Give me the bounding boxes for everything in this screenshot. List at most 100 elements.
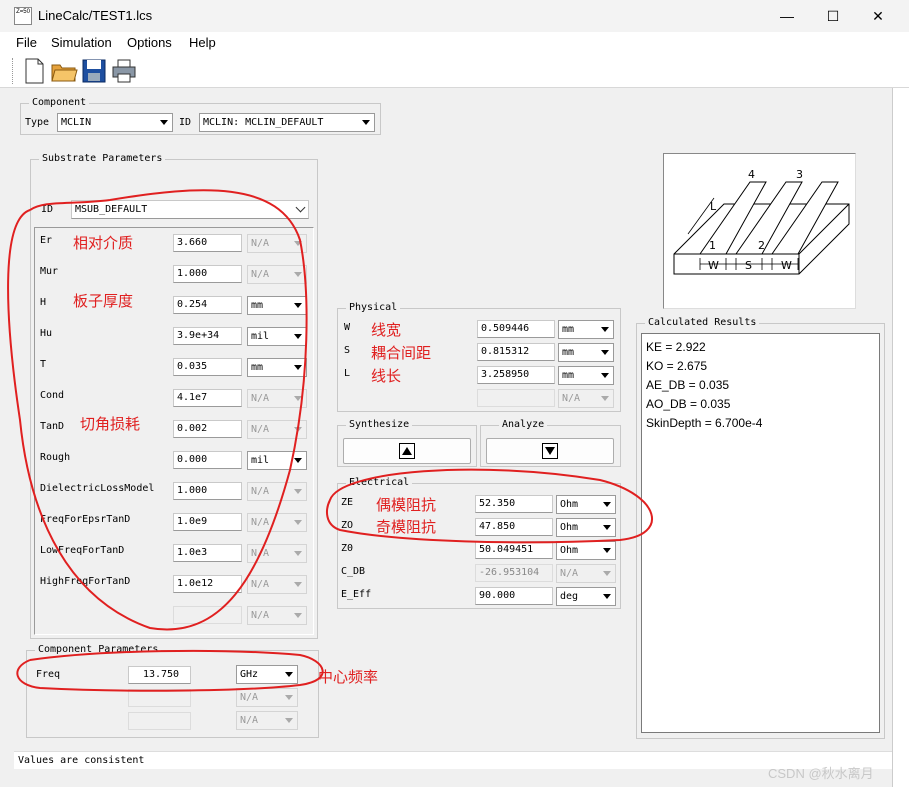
electrical-input-z0[interactable]: 50.049451 [475,541,553,559]
electrical-unit-select-c_db: N/A [556,564,616,583]
synthesize-button[interactable] [343,438,471,464]
id-label: ID [179,117,192,128]
open-folder-icon[interactable] [50,57,78,85]
param-label-dielectriclossmodel: DielectricLossModel [40,483,155,494]
physical-input-w[interactable]: 0.509446 [477,320,555,338]
chevron-down-icon [160,120,168,125]
electrical-label-e_eff: E_Eff [341,589,372,600]
arrow-up-icon [399,443,415,459]
maximize-button[interactable]: ☐ [818,6,848,26]
dim-s-label: S [745,259,752,272]
annotation-er: 相对介质 [73,234,134,252]
electrical-unit-select-e_eff[interactable]: deg [556,587,616,606]
param-unit-select-rough[interactable]: mil [247,451,307,470]
substrate-id-select[interactable]: MSUB_DEFAULT [71,200,309,219]
analyze-button[interactable] [486,438,614,464]
chevron-down-icon [362,120,370,125]
electrical-label-zo: ZO [341,520,354,531]
param-label-freqforepsrtand: FreqForEpsrTanD [40,514,131,525]
param-label-hu: Hu [40,328,53,339]
param-input-h[interactable]: 0.254 [173,296,242,314]
close-button[interactable]: ✕ [863,6,893,26]
save-icon[interactable] [80,57,108,85]
param-input-er[interactable]: 3.660 [173,234,242,252]
strip-lines [699,181,839,255]
chevron-down-icon [294,396,302,401]
electrical-unit-select-zo[interactable]: Ohm [556,518,616,537]
freq-unit-select[interactable]: GHz [236,665,298,684]
chevron-down-icon [601,327,609,332]
param-input-blank [173,606,242,624]
component-group-label: Component [29,97,90,109]
param-input-freqforepsrtand[interactable]: 1.0e9 [173,513,242,531]
electrical-input-zo[interactable]: 47.850 [475,518,553,536]
param-unit-select-t[interactable]: mm [247,358,307,377]
physical-unit-select-s-value: mm [562,347,575,358]
chevron-down-icon [294,427,302,432]
electrical-input-ze[interactable]: 52.350 [475,495,553,513]
annotation-tand: 切角损耗 [80,415,141,433]
param-input-tand[interactable]: 0.002 [173,420,242,438]
physical-input-s[interactable]: 0.815312 [477,343,555,361]
menu-file[interactable]: File [16,35,37,50]
result-skin-depth: SkinDepth = 6.700e-4 [646,416,763,430]
param-unit-select-h[interactable]: mm [247,296,307,315]
param-input-mur[interactable]: 1.000 [173,265,242,283]
param-label-highfreqfortand: HighFreqForTanD [40,576,131,587]
chevron-down-icon [601,396,609,401]
menu-options[interactable]: Options [127,35,172,50]
param-input-t[interactable]: 0.035 [173,358,242,376]
triangle-down-shape [545,447,555,455]
component-id-select[interactable]: MCLIN: MCLIN_DEFAULT [199,113,375,132]
physical-unit-select-l[interactable]: mm [558,366,614,385]
physical-unit-select-blank-value: N/A [562,393,581,404]
result-ae-db: AE_DB = 0.035 [646,378,730,392]
param-label-tand: TanD [40,421,65,432]
freq-input[interactable]: 13.750 [128,666,191,684]
type-select[interactable]: MCLIN [57,113,173,132]
annotation-ze: 偶模阻抗 [376,496,437,514]
annotation-s: 耦合间距 [371,344,432,362]
electrical-unit-select-z0[interactable]: Ohm [556,541,616,560]
param-unit-select-hu[interactable]: mil [247,327,307,346]
chevron-down-icon [294,458,302,463]
electrical-input-e_eff[interactable]: 90.000 [475,587,553,605]
electrical-label-ze: ZE [341,497,354,508]
param-input-rough[interactable]: 0.000 [173,451,242,469]
minimize-button[interactable]: — [772,6,802,26]
arrow-down-icon [542,443,558,459]
param-input-lowfreqfortand[interactable]: 1.0e3 [173,544,242,562]
results-group-label: Calculated Results [645,317,760,329]
diagram-label-l: L [710,200,717,213]
chevron-down-icon [294,241,302,246]
param-input-highfreqfortand[interactable]: 1.0e12 [173,575,242,593]
new-file-icon[interactable] [20,57,48,85]
chevron-down-icon [603,571,611,576]
menu-simulation[interactable]: Simulation [51,35,112,50]
print-icon[interactable] [110,57,138,85]
chevron-down-icon [601,373,609,378]
physical-unit-select-s[interactable]: mm [558,343,614,362]
param-unit-select-lowfreqfortand: N/A [247,544,307,563]
electrical-group-label: Electrical [346,477,413,489]
param-unit-select-blank-value: N/A [251,610,270,621]
port-2-label: 2 [758,239,765,252]
watermark: CSDN @秋水离月 [768,766,874,781]
freq-unit-value: GHz [240,669,259,680]
menu-help[interactable]: Help [189,35,216,50]
param-input-dielectriclossmodel[interactable]: 1.000 [173,482,242,500]
physical-unit-select-l-value: mm [562,370,575,381]
substrate-id-label: ID [41,204,54,215]
synthesize-label: Synthesize [346,419,413,431]
param-label-er: Er [40,235,53,246]
param-input-cond[interactable]: 4.1e7 [173,389,242,407]
toolbar [0,54,909,88]
physical-unit-select-w[interactable]: mm [558,320,614,339]
physical-input-l[interactable]: 3.258950 [477,366,555,384]
electrical-unit-select-c_db-value: N/A [560,568,579,579]
param-input-hu[interactable]: 3.9e+34 [173,327,242,345]
electrical-unit-select-ze[interactable]: Ohm [556,495,616,514]
param-label-cond: Cond [40,390,65,401]
electrical-unit-select-e_eff-value: deg [560,591,579,602]
param-label-h: H [40,297,47,308]
